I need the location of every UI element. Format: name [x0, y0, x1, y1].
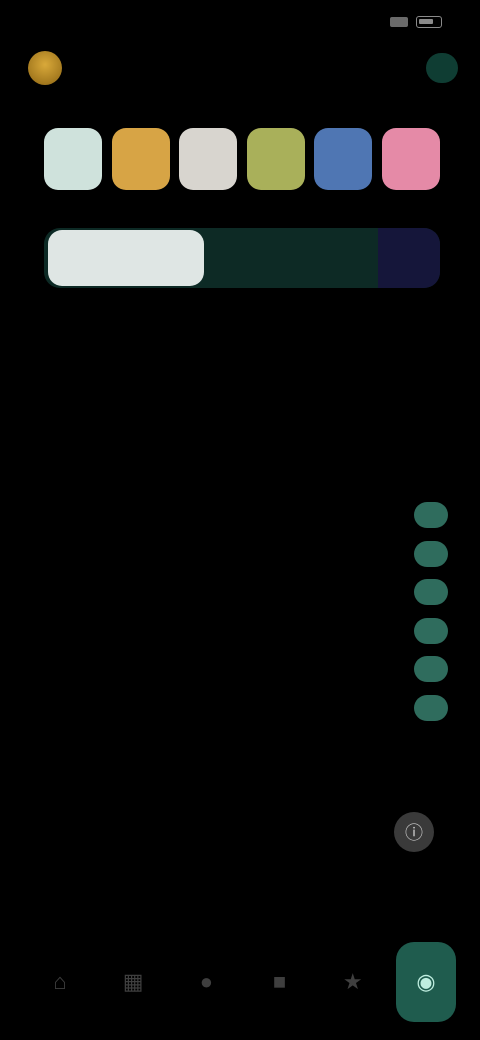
- swatch-cream[interactable]: [179, 128, 238, 190]
- grid-icon: ▦: [122, 969, 144, 994]
- swatch-blue[interactable]: [314, 128, 373, 190]
- swatch-amber[interactable]: [111, 128, 170, 190]
- nav-palette-active[interactable]: ◉: [395, 942, 456, 1022]
- theme-segmented-control: [44, 228, 440, 288]
- toggle-switch[interactable]: [414, 617, 448, 644]
- toggle-switch[interactable]: [414, 656, 448, 683]
- circle-icon: ●: [199, 969, 214, 994]
- star-icon: ★: [342, 969, 363, 994]
- info-icon[interactable]: ⓘ: [394, 812, 434, 852]
- segment-active[interactable]: [48, 230, 204, 286]
- list-item[interactable]: [48, 496, 458, 535]
- palette-icon: ◉: [416, 969, 436, 994]
- toggle-switch[interactable]: [414, 540, 448, 567]
- setting-row[interactable]: [44, 356, 440, 384]
- list-item[interactable]: [48, 535, 458, 574]
- segment-end[interactable]: [378, 228, 440, 288]
- status-right: [390, 16, 450, 28]
- list-item[interactable]: [48, 612, 458, 651]
- header-pill-button[interactable]: [426, 53, 458, 83]
- phone-screen: ⓘ ⌂ ▦ ● ■ ★ ◉: [0, 0, 480, 1040]
- nav-grid[interactable]: ▦: [103, 942, 163, 1022]
- swatch-mint[interactable]: [44, 128, 102, 190]
- color-swatch-row: [44, 128, 440, 190]
- toggle-switch[interactable]: [414, 579, 448, 606]
- toggle-switch[interactable]: [414, 502, 448, 529]
- toggle-switch[interactable]: [414, 694, 448, 721]
- battery-icon: [416, 16, 442, 28]
- signal-icon: [390, 17, 408, 27]
- header: [28, 48, 458, 88]
- swatch-olive[interactable]: [246, 128, 305, 190]
- nav-home[interactable]: ⌂: [30, 942, 90, 1022]
- avatar[interactable]: [28, 51, 62, 85]
- nav-star[interactable]: ★: [323, 942, 383, 1022]
- list-item[interactable]: [48, 573, 458, 612]
- toggle-list: [48, 496, 458, 727]
- nav-square[interactable]: ■: [250, 942, 310, 1022]
- list-item[interactable]: [48, 689, 458, 728]
- nav-circle[interactable]: ●: [176, 942, 236, 1022]
- segment-middle[interactable]: [204, 228, 378, 288]
- status-bar: [0, 0, 480, 44]
- list-item[interactable]: [48, 650, 458, 689]
- swatch-pink[interactable]: [381, 128, 440, 190]
- setting-row[interactable]: [44, 304, 440, 332]
- square-icon: ■: [272, 969, 287, 994]
- bottom-navigation: ⌂ ▦ ● ■ ★ ◉: [30, 934, 456, 1030]
- home-icon: ⌂: [53, 969, 67, 994]
